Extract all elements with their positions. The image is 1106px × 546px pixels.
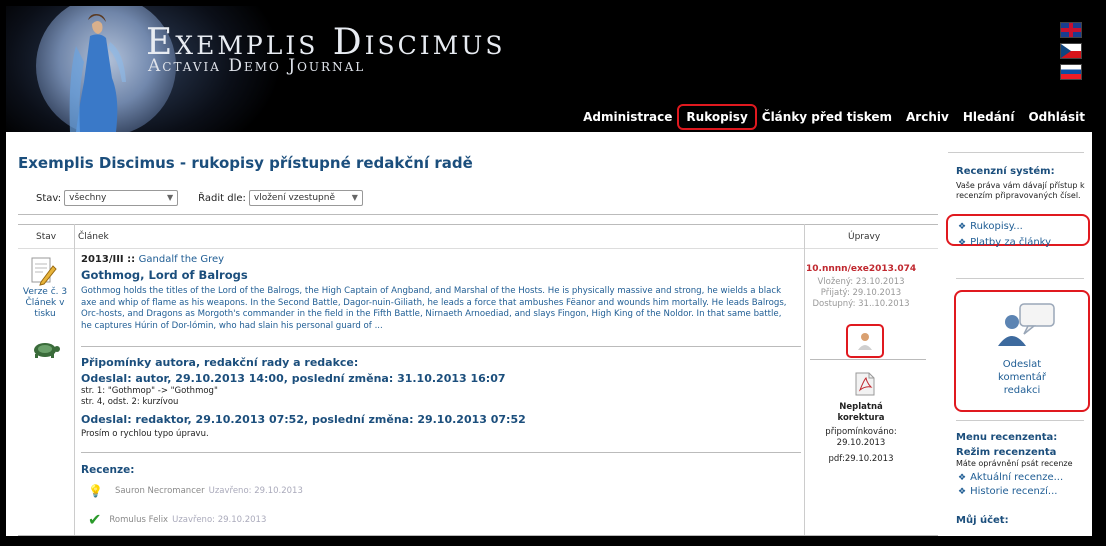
filter-sort-value: vložení vzestupně — [253, 193, 335, 203]
nav-hledani[interactable]: Hledání — [956, 106, 1022, 128]
column-divider — [804, 224, 805, 536]
comments-heading: Připomínky autora, redakční rady a redak… — [81, 356, 359, 369]
page-frame: Exemplis Discimus Actavia Demo Journal A… — [6, 6, 1092, 536]
version-status-text[interactable]: Verze č. 3 Článek v tisku — [20, 287, 70, 320]
sidebar-link-rukopisy[interactable]: Rukopisy... — [958, 221, 1023, 232]
checkmark-icon: ✔ — [88, 510, 102, 529]
divider — [81, 452, 801, 453]
flag-uk-icon[interactable] — [1060, 22, 1082, 38]
page-title: Exemplis Discimus - rukopisy přístupné r… — [18, 154, 473, 172]
comment-2-header: Odeslal: redaktor, 29.10.2013 07:52, pos… — [81, 413, 526, 426]
nav-administrace[interactable]: Administrace — [576, 106, 679, 128]
reviewer-menu: Menu recenzenta: Režim recenzenta Máte o… — [956, 432, 1088, 526]
language-flags — [1060, 22, 1082, 85]
review-item[interactable]: 💡 Sauron Necromancer Uzavřeno: 29.10.201… — [88, 484, 303, 498]
send-comment-label: Odeslat komentář redakci — [998, 359, 1046, 396]
article-entry: 2013/III :: Gandalf the Grey Gothmog, Lo… — [81, 254, 801, 332]
document-edit-icon[interactable] — [29, 256, 57, 286]
reviewer-menu-title: Menu recenzenta: — [956, 432, 1058, 443]
separator: :: — [123, 254, 139, 265]
review-system-title: Recenzní systém: — [956, 166, 1055, 177]
site-subtitle: Actavia Demo Journal — [148, 56, 366, 76]
correction-comment-label: připomínkováno: — [825, 427, 897, 437]
article-abstract: Gothmog holds the titles of the Lord of … — [81, 286, 787, 331]
comments-section: Připomínky autora, redakční rady a redak… — [81, 356, 801, 439]
pdf-date: pdf:29.10.2013 — [828, 454, 894, 464]
comment-1-line: str. 1: "Gothmop" -> "Gothmog" — [81, 386, 218, 396]
manuscript-dates: Vložený: 23.10.2013 Přijatý: 29.10.2013 … — [806, 277, 916, 310]
lightbulb-icon: 💡 — [88, 484, 103, 498]
date-vlozeny: Vložený: 23.10.2013 — [817, 277, 905, 287]
divider — [81, 346, 801, 347]
manuscript-doi[interactable]: 10.nnnn/exe2013.074 — [806, 264, 916, 274]
sidebar-link-current-reviews[interactable]: Aktuální recenze... — [958, 472, 1088, 483]
column-divider — [74, 224, 75, 536]
nav-archiv[interactable]: Archiv — [899, 106, 956, 128]
filter-stav-value: všechny — [69, 193, 107, 203]
divider — [18, 248, 938, 249]
chevron-down-icon: ▼ — [166, 193, 174, 202]
divider — [18, 535, 938, 536]
send-comment-button[interactable]: Odeslat komentář redakci — [954, 290, 1090, 412]
nav-rukopisy[interactable]: Rukopisy — [677, 104, 757, 130]
reviewer-mode-title: Režim recenzenta — [956, 447, 1057, 458]
header-woman-figure-image — [69, 14, 126, 132]
reviews-title: Recenze: — [81, 464, 135, 476]
filter-sort-label: Řadit dle: — [198, 192, 246, 204]
comment-1-line: str. 4, odst. 2: kurzívou — [81, 397, 179, 407]
review-system-block: Recenzní systém: Vaše práva vám dávají p… — [956, 166, 1086, 213]
comment-1-header: Odeslal: autor, 29.10.2013 14:00, posled… — [81, 372, 506, 385]
reviewer-name: Romulus Felix — [109, 514, 169, 525]
filter-bar: Stav: všechny ▼ Řadit dle: vložení vzest… — [36, 190, 383, 206]
date-prijaty: Přijatý: 29.10.2013 — [820, 288, 902, 298]
pdf-icon[interactable] — [854, 372, 876, 396]
my-account-title: Můj účet: — [956, 515, 1009, 526]
correction-status: korektura — [837, 413, 885, 423]
flag-cz-icon[interactable] — [1060, 43, 1082, 59]
sidebar: Recenzní systém: Vaše práva vám dávají p… — [946, 152, 1092, 536]
article-issue: 2013/III — [81, 254, 124, 265]
chevron-down-icon: ▼ — [351, 193, 358, 202]
col-header-stav: Stav — [36, 232, 57, 242]
author-contact-icon[interactable] — [846, 324, 884, 358]
flag-sk-icon[interactable] — [1060, 64, 1082, 80]
review-status: Uzavřeno: 29.10.2013 — [208, 486, 303, 496]
filter-sort-select[interactable]: vložení vzestupně ▼ — [248, 190, 363, 206]
correction-date: 29.10.2013 — [836, 438, 886, 448]
user-comment-icon — [998, 303, 1055, 346]
divider — [948, 152, 1084, 153]
article-author-link[interactable]: Gandalf the Grey — [139, 254, 224, 265]
divider — [18, 224, 938, 225]
main-nav: Administrace Rukopisy Články před tiskem… — [576, 104, 1092, 130]
turtle-icon[interactable] — [30, 339, 60, 359]
divider — [956, 420, 1084, 421]
review-system-text: Vaše práva vám dávají přístup k recenzím… — [956, 181, 1085, 200]
review-item[interactable]: ✔ Romulus Felix Uzavřeno: 29.10.2013 — [88, 510, 266, 529]
divider — [956, 278, 1084, 279]
nav-clanky-pred-tiskem[interactable]: Články před tiskem — [755, 106, 899, 128]
divider — [18, 214, 938, 215]
article-title-link[interactable]: Gothmog, Lord of Balrogs — [81, 268, 801, 282]
correction-status: Neplatná — [839, 402, 883, 412]
nav-odhlasit[interactable]: Odhlásit — [1021, 106, 1092, 128]
col-header-clanek: Článek — [78, 232, 109, 242]
reviewer-name: Sauron Necromancer — [114, 486, 205, 496]
article-issue-line: 2013/III :: Gandalf the Grey — [81, 254, 801, 265]
sidebar-link-platby[interactable]: Platby za články — [958, 237, 1051, 247]
person-icon — [858, 333, 872, 350]
manuscript-info: 10.nnnn/exe2013.074 Vložený: 23.10.2013 … — [806, 264, 916, 310]
date-dostupny: Dostupný: 31..10.2013 — [812, 299, 910, 309]
site-header: Exemplis Discimus Actavia Demo Journal A… — [6, 6, 1092, 132]
review-status: Uzavřeno: 29.10.2013 — [172, 514, 267, 525]
correction-info: Neplatná korektura připomínkováno: 29.10… — [806, 402, 916, 465]
filter-stav-select[interactable]: všechny ▼ — [64, 190, 179, 206]
comment-2-line: Prosím o rychlou typo úpravu. — [81, 429, 209, 439]
filter-stav-label: Stav: — [36, 192, 62, 204]
col-header-upravy: Úpravy — [848, 232, 881, 242]
reviewer-mode-text: Máte oprávnění psát recenze — [956, 459, 1073, 468]
divider — [810, 359, 926, 360]
main-content: Exemplis Discimus - rukopisy přístupné r… — [6, 132, 941, 536]
sidebar-link-review-history[interactable]: Historie recenzí... — [958, 486, 1088, 497]
